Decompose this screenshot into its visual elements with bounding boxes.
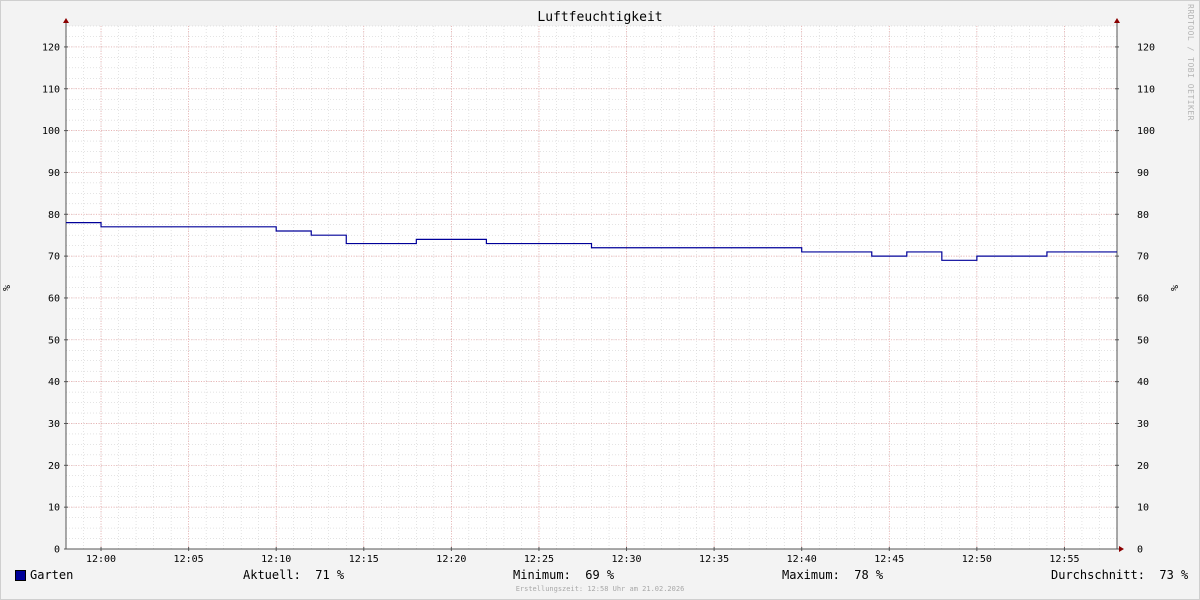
legend-current: Aktuell: 71 % (243, 568, 345, 582)
x-tick-label: 12:05 (174, 554, 204, 565)
x-tick-label: 12:40 (787, 554, 817, 565)
rrdtool-watermark: RRDTOOL / TOBI OETIKER (1186, 4, 1195, 121)
legend-series-name: Garten (30, 568, 74, 582)
legend-average: Durchschnitt: 73 % (1051, 568, 1189, 582)
legend-maximum: Maximum: 78 % (782, 568, 884, 582)
y-tick-label-left: 30 (48, 419, 60, 430)
y-tick-label-right: 110 (1137, 84, 1155, 95)
y-tick-label-right: 80 (1137, 210, 1149, 221)
x-tick-label: 12:55 (1049, 554, 1079, 565)
x-tick-label: 12:30 (611, 554, 641, 565)
legend-minimum: Minimum: 69 % (513, 568, 615, 582)
x-tick-label: 12:20 (436, 554, 466, 565)
y-tick-label-right: 10 (1137, 503, 1149, 514)
y-tick-label-left: 20 (48, 461, 60, 472)
y-tick-label-right: 100 (1137, 126, 1155, 137)
y-axis-label-left: % (2, 285, 13, 291)
y-tick-label-right: 30 (1137, 419, 1149, 430)
x-axis-arrow (1119, 546, 1124, 552)
x-tick-label: 12:10 (261, 554, 291, 565)
y-tick-label-right: 20 (1137, 461, 1149, 472)
y-tick-label-left: 80 (48, 210, 60, 221)
x-tick-label: 12:00 (86, 554, 116, 565)
y-tick-label-left: 10 (48, 503, 60, 514)
x-tick-label: 12:25 (524, 554, 554, 565)
legend-swatch-garten (15, 570, 26, 581)
y-tick-label-right: 40 (1137, 377, 1149, 388)
y-tick-label-right: 50 (1137, 335, 1149, 346)
y-axis-label-right: % (1170, 285, 1181, 291)
y-tick-label-right: 90 (1137, 168, 1149, 179)
y-tick-label-left: 120 (42, 42, 60, 53)
chart-title: Luftfeuchtigkeit (537, 10, 663, 25)
y-tick-label-left: 70 (48, 252, 60, 263)
y-tick-label-left: 110 (42, 84, 60, 95)
y-tick-label-right: 70 (1137, 252, 1149, 263)
y-tick-label-right: 60 (1137, 293, 1149, 304)
y-tick-label-left: 50 (48, 335, 60, 346)
x-tick-label: 12:45 (874, 554, 904, 565)
x-tick-label: 12:35 (699, 554, 729, 565)
humidity-chart: 0 0 10 10 20 20 30 30 40 40 50 50 60 60 70 70 80 80 90 90 10… (2, 18, 1181, 565)
y-tick-label-left: 60 (48, 293, 60, 304)
x-tick-label: 12:15 (349, 554, 379, 565)
y-tick-label-left: 90 (48, 168, 60, 179)
y-tick-label-right: 0 (1137, 545, 1143, 556)
y-tick-label-right: 120 (1137, 42, 1155, 53)
y-tick-label-left: 0 (54, 545, 60, 556)
y-tick-label-left: 40 (48, 377, 60, 388)
footer-timestamp: Erstellungszeit: 12:58 Uhr am 21.02.2026 (515, 585, 685, 593)
y-tick-label-left: 100 (42, 126, 60, 137)
x-tick-label: 12:50 (962, 554, 992, 565)
